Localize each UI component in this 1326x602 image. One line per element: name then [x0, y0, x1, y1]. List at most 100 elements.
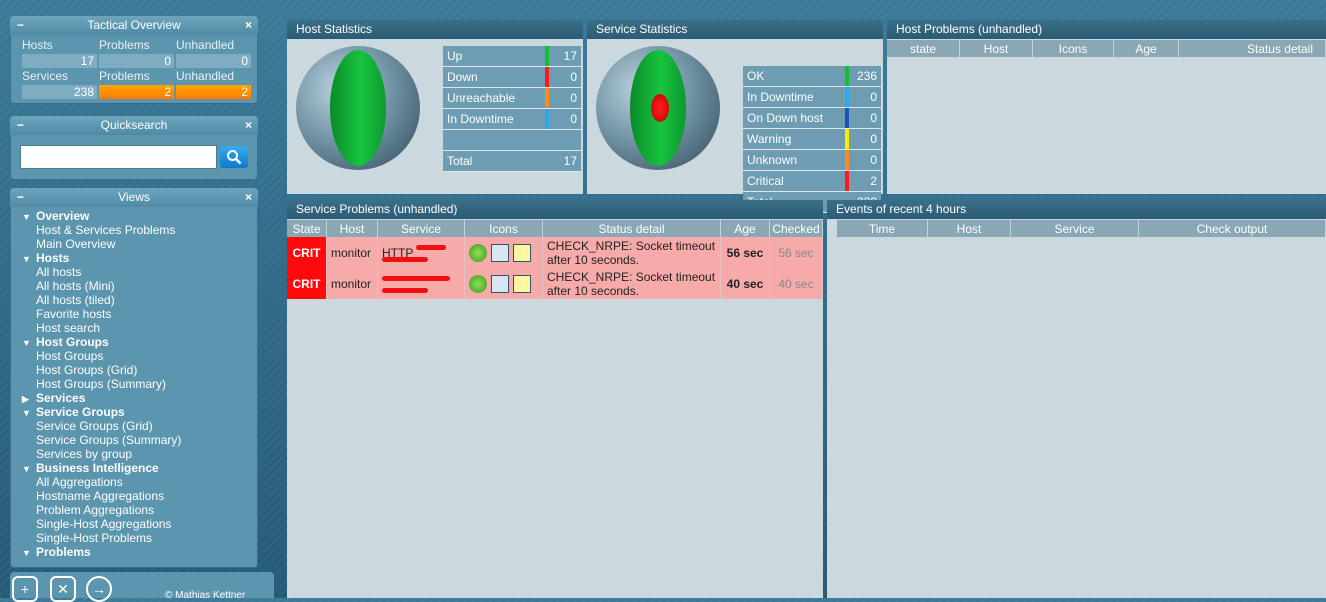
host-cell[interactable]: monitor: [326, 268, 378, 299]
host-problems-label: Problems: [99, 38, 150, 52]
service-cell[interactable]: [377, 268, 465, 299]
table-row[interactable]: CRIT monitor HTTP CHECK_NRPE: Socket timeou…: [287, 237, 823, 268]
table-row[interactable]: CRIT monitor CHECK_NRPE: Socket timeout aft…: [287, 268, 823, 299]
col-age[interactable]: Age: [1113, 40, 1179, 57]
triangle-down-icon[interactable]: ▼: [22, 406, 36, 420]
stat-row[interactable]: On Down host 0: [743, 107, 881, 129]
views-group[interactable]: ▼ Hosts: [22, 251, 258, 265]
views-link[interactable]: All Aggregations: [22, 475, 258, 489]
close-icon[interactable]: ×: [245, 116, 252, 135]
reschedule-icon[interactable]: [469, 243, 487, 262]
tactical-overview-header[interactable]: − Tactical Overview ×: [10, 16, 258, 35]
views-group[interactable]: ▼ Host Groups: [22, 335, 258, 349]
status-detail-line: CHECK_NRPE: Socket timeout: [547, 269, 716, 284]
views-link[interactable]: Service Groups (Summary): [22, 433, 258, 447]
perfgraph-icon[interactable]: [491, 274, 509, 293]
views-header[interactable]: − Views ×: [10, 188, 258, 207]
views-link[interactable]: Services by group: [22, 447, 258, 461]
stat-row[interactable]: Unknown 0: [743, 149, 881, 171]
stat-row[interactable]: Unreachable 0: [443, 87, 581, 109]
views-link[interactable]: Problem Aggregations: [22, 503, 258, 517]
host-cell[interactable]: monitor: [326, 237, 378, 268]
col-service[interactable]: Service: [1010, 220, 1139, 237]
views-link[interactable]: Single-Host Aggregations: [22, 517, 258, 531]
edit-icon[interactable]: [513, 274, 531, 293]
views-link[interactable]: All hosts (Mini): [22, 279, 258, 293]
views-link[interactable]: All hosts: [22, 265, 258, 279]
services-count[interactable]: 238: [22, 85, 97, 99]
col-check-output[interactable]: Check output: [1138, 220, 1326, 237]
quicksearch-input[interactable]: [20, 145, 218, 169]
col-state[interactable]: state: [887, 40, 960, 57]
stat-row[interactable]: Total 17: [443, 150, 581, 172]
settings-button[interactable]: ✕: [50, 576, 76, 602]
status-detail-line: after 10 seconds.: [547, 283, 640, 298]
stat-row[interactable]: OK 236: [743, 66, 881, 87]
triangle-down-icon[interactable]: ▼: [22, 210, 36, 224]
service-cell[interactable]: HTTP: [377, 237, 465, 268]
views-link[interactable]: Single-Host Problems: [22, 531, 258, 545]
service-problems-label: Problems: [99, 69, 150, 83]
stat-row[interactable]: Up 17: [443, 46, 581, 67]
views-link[interactable]: Service Groups (Grid): [22, 419, 258, 433]
col-checked[interactable]: Checked: [769, 220, 823, 237]
stat-row[interactable]: [443, 129, 581, 151]
col-status-detail[interactable]: Status detail: [1178, 40, 1326, 57]
views-link[interactable]: Host & Services Problems: [22, 223, 258, 237]
logout-button[interactable]: →: [86, 576, 112, 602]
add-snapin-button[interactable]: +: [12, 576, 38, 602]
stat-row[interactable]: In Downtime 0: [743, 86, 881, 108]
col-age[interactable]: Age: [720, 220, 770, 237]
edit-icon[interactable]: [513, 243, 531, 262]
views-link[interactable]: Host Groups (Summary): [22, 377, 258, 391]
views-link[interactable]: Main Overview: [22, 237, 258, 251]
state-badge[interactable]: CRIT: [287, 237, 327, 268]
service-unhandled-count[interactable]: 2: [176, 85, 251, 99]
triangle-right-icon[interactable]: ▶: [22, 392, 36, 406]
views-link[interactable]: All hosts (tiled): [22, 293, 258, 307]
col-host[interactable]: Host: [326, 220, 378, 237]
minimize-icon[interactable]: −: [17, 116, 24, 135]
col-status-detail[interactable]: Status detail: [542, 220, 721, 237]
quicksearch-header[interactable]: − Quicksearch ×: [10, 116, 258, 135]
host-unhandled-count[interactable]: 0: [176, 54, 251, 68]
reschedule-icon[interactable]: [469, 274, 487, 293]
triangle-down-icon[interactable]: ▼: [22, 462, 36, 476]
service-problems-count[interactable]: 2: [99, 85, 174, 99]
minimize-icon[interactable]: −: [17, 188, 24, 207]
close-icon[interactable]: ×: [245, 16, 252, 35]
close-icon[interactable]: ×: [245, 188, 252, 207]
views-group[interactable]: ▼ Problems: [22, 545, 258, 559]
col-service[interactable]: Service: [377, 220, 465, 237]
views-link[interactable]: Host Groups: [22, 349, 258, 363]
status-detail-line: after 10 seconds.: [547, 252, 640, 267]
col-state[interactable]: State: [287, 220, 327, 237]
hosts-count[interactable]: 17: [22, 54, 97, 68]
col-icons[interactable]: Icons: [1032, 40, 1114, 57]
views-group[interactable]: ▼ Business Intelligence: [22, 461, 258, 475]
search-button[interactable]: [220, 146, 248, 168]
views-link[interactable]: Host search: [22, 321, 258, 335]
col-icons[interactable]: Icons: [464, 220, 543, 237]
views-link[interactable]: Hostname Aggregations: [22, 489, 258, 503]
stat-row[interactable]: Down 0: [443, 66, 581, 88]
stat-label: Total: [443, 150, 545, 172]
state-badge[interactable]: CRIT: [287, 268, 327, 299]
col-host[interactable]: Host: [927, 220, 1011, 237]
host-problems-count[interactable]: 0: [99, 54, 174, 68]
triangle-down-icon[interactable]: ▼: [22, 252, 36, 266]
views-link[interactable]: Favorite hosts: [22, 307, 258, 321]
perfgraph-icon[interactable]: [491, 243, 509, 262]
col-host[interactable]: Host: [959, 40, 1033, 57]
views-link[interactable]: Host Groups (Grid): [22, 363, 258, 377]
col-time[interactable]: Time: [837, 220, 928, 237]
views-group[interactable]: ▼ Service Groups: [22, 405, 258, 419]
stat-row[interactable]: Warning 0: [743, 128, 881, 150]
views-group[interactable]: ▼ Overview: [22, 209, 258, 223]
stat-row[interactable]: In Downtime 0: [443, 108, 581, 130]
stat-row[interactable]: Critical 2: [743, 170, 881, 192]
views-group[interactable]: ▶ Services: [22, 391, 258, 405]
triangle-down-icon[interactable]: ▼: [22, 546, 36, 560]
minimize-icon[interactable]: −: [17, 16, 24, 35]
triangle-down-icon[interactable]: ▼: [22, 336, 36, 350]
